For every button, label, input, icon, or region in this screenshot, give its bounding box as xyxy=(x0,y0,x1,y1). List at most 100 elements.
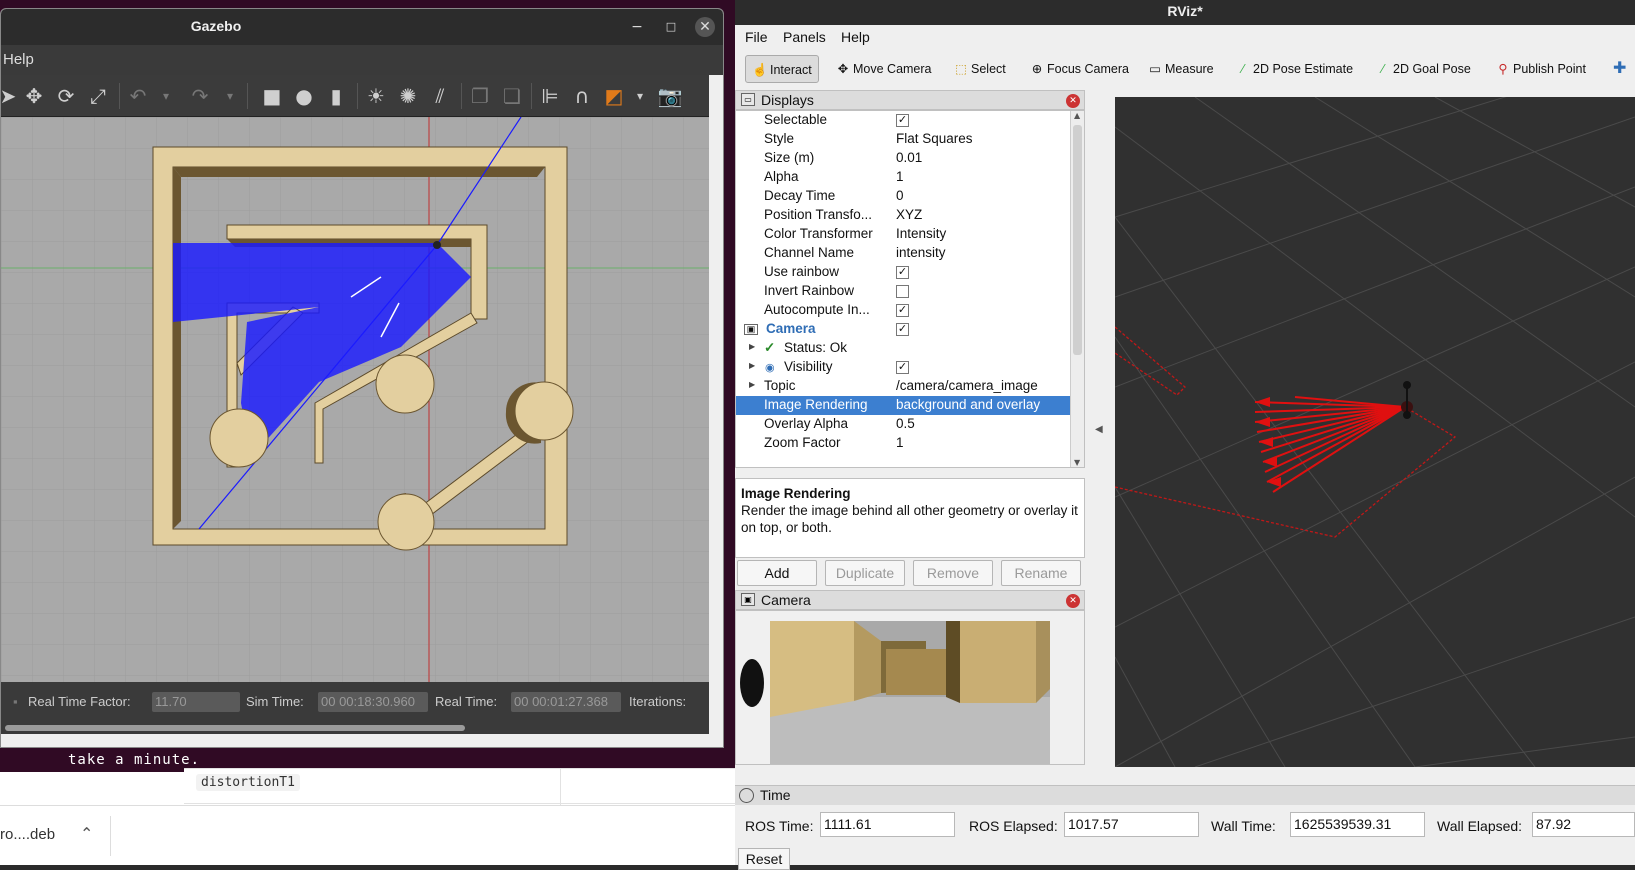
measure-tool[interactable]: ▭ Measure xyxy=(1147,55,1214,83)
menu-help[interactable]: Help xyxy=(841,29,870,45)
property-key: Zoom Factor xyxy=(764,435,841,450)
property-row[interactable]: Size (m) 0.01 xyxy=(736,149,1071,168)
collapse-panel-icon[interactable]: ◀ xyxy=(1095,424,1103,435)
view-angle-dropdown-icon[interactable]: ▾ xyxy=(627,83,653,109)
align-icon[interactable]: ⊫ xyxy=(537,83,563,109)
vertical-scrollbar[interactable]: ▲ ▼ xyxy=(1070,111,1084,467)
select-arrow-icon[interactable]: ➤ xyxy=(1,83,21,109)
checkbox-checked[interactable]: ✓ xyxy=(896,361,909,374)
property-row[interactable]: Color Transformer Intensity xyxy=(736,225,1071,244)
move-camera-tool[interactable]: ✥ Move Camera xyxy=(835,55,932,83)
property-row[interactable]: Use rainbow ✓ xyxy=(736,263,1071,282)
cylinder-icon[interactable]: ▮ xyxy=(323,83,349,109)
translate-icon[interactable]: ✥ xyxy=(21,83,47,109)
property-row[interactable]: ▶ ✓ Status: Ok xyxy=(736,339,1071,358)
box-icon[interactable]: ■ xyxy=(259,83,285,109)
property-row[interactable]: Style Flat Squares xyxy=(736,130,1071,149)
close-icon[interactable]: ✕ xyxy=(1066,594,1080,608)
remove-button[interactable]: Remove xyxy=(913,560,993,586)
scroll-up-icon[interactable]: ▲ xyxy=(1074,111,1080,120)
property-value: 1 xyxy=(896,169,904,184)
horizontal-scrollbar[interactable] xyxy=(1,722,709,734)
property-row-selected[interactable]: Image Rendering background and overlay xyxy=(736,396,1071,415)
property-row[interactable]: Zoom Factor 1 xyxy=(736,434,1071,453)
rviz-3d-view[interactable] xyxy=(1115,97,1635,767)
gazebo-titlebar[interactable]: Gazebo − □ ✕ xyxy=(1,9,723,45)
scale-icon[interactable]: ⤢ xyxy=(85,83,111,109)
undo-dropdown-icon[interactable]: ▾ xyxy=(153,83,179,109)
scrollbar-thumb[interactable] xyxy=(1073,125,1082,355)
property-key: Image Rendering xyxy=(764,397,868,412)
close-icon[interactable]: ✕ xyxy=(695,17,715,37)
menu-file[interactable]: File xyxy=(745,29,768,45)
publish-point-tool[interactable]: ⚲ Publish Point xyxy=(1495,55,1586,83)
interact-tool[interactable]: ☝ Interact xyxy=(745,55,819,83)
download-item[interactable]: ro....deb xyxy=(0,826,55,843)
scrollbar-thumb[interactable] xyxy=(5,725,465,731)
pause-icon[interactable]: ▪ xyxy=(13,694,18,709)
screenshot-icon[interactable]: 📷 xyxy=(657,83,683,109)
copy-icon[interactable]: ❐ xyxy=(467,83,493,109)
property-row[interactable]: Invert Rainbow xyxy=(736,282,1071,301)
property-key: Channel Name xyxy=(764,245,855,260)
redo-icon[interactable]: ↷ xyxy=(187,83,213,109)
view-angle-icon[interactable]: ◩ xyxy=(601,83,627,109)
select-tool[interactable]: ⬚ Select xyxy=(953,55,1006,83)
directional-light-icon[interactable]: ⫽ xyxy=(427,83,453,109)
add-button[interactable]: Add xyxy=(737,560,817,586)
focus-camera-tool[interactable]: ⊕ Focus Camera xyxy=(1029,55,1129,83)
property-row[interactable]: Alpha 1 xyxy=(736,168,1071,187)
redo-dropdown-icon[interactable]: ▾ xyxy=(217,83,243,109)
description-title: Image Rendering xyxy=(741,486,851,501)
undo-icon[interactable]: ↶ xyxy=(125,83,151,109)
rotate-icon[interactable]: ⟳ xyxy=(53,83,79,109)
spot-light-icon[interactable]: ✺ xyxy=(395,83,421,109)
checkbox-checked[interactable]: ✓ xyxy=(896,266,909,279)
paste-icon[interactable]: ❏ xyxy=(499,83,525,109)
property-row[interactable]: ▶ Topic/camera/camera_image xyxy=(736,377,1071,396)
robot xyxy=(433,241,441,249)
sphere-icon[interactable]: ● xyxy=(291,83,317,109)
property-row[interactable]: Autocompute In... ✓ xyxy=(736,301,1071,320)
checkbox-checked[interactable]: ✓ xyxy=(896,323,909,336)
minimize-icon[interactable]: − xyxy=(627,17,647,37)
menu-panels[interactable]: Panels xyxy=(783,29,826,45)
snap-icon[interactable]: ∩ xyxy=(569,83,595,109)
close-icon[interactable]: ✕ xyxy=(1066,94,1080,108)
terminal-output: take a minute. xyxy=(68,752,201,768)
menu-help[interactable]: Help xyxy=(3,51,34,68)
gazebo-3d-viewport[interactable] xyxy=(1,117,709,682)
rviz-titlebar[interactable]: RViz* xyxy=(735,0,1635,25)
checkbox-unchecked[interactable] xyxy=(896,285,909,298)
goal-pose-tool[interactable]: ⁄ 2D Goal Pose xyxy=(1375,55,1471,83)
maximize-icon[interactable]: □ xyxy=(661,17,681,37)
point-light-icon[interactable]: ☀ xyxy=(363,83,389,109)
property-row[interactable]: Overlay Alpha 0.5 xyxy=(736,415,1071,434)
camera-image-view[interactable] xyxy=(735,610,1085,765)
scroll-down-icon[interactable]: ▼ xyxy=(1074,458,1080,467)
rename-button[interactable]: Rename xyxy=(1001,560,1081,586)
expand-arrow-icon[interactable]: ▶ xyxy=(749,361,755,370)
expand-arrow-icon[interactable]: ▶ xyxy=(749,380,755,389)
wall-time-label: Wall Time: xyxy=(1211,818,1276,834)
property-row[interactable]: ▶ ◉ Visibility ✓ xyxy=(736,358,1071,377)
chevron-up-icon[interactable]: ⌃ xyxy=(80,824,93,843)
expand-arrow-icon[interactable]: ▶ xyxy=(749,342,755,351)
toolbar-separator xyxy=(247,83,248,109)
property-row[interactable]: Decay Time 0 xyxy=(736,187,1071,206)
property-row[interactable]: Channel Name intensity xyxy=(736,244,1071,263)
checkbox-checked[interactable]: ✓ xyxy=(896,114,909,127)
property-row[interactable]: Selectable ✓ xyxy=(736,111,1071,130)
ros-time-label: ROS Time: xyxy=(745,818,814,834)
display-item-camera[interactable]: ▣ Camera ✓ xyxy=(736,320,1071,339)
reset-button[interactable]: Reset xyxy=(738,848,790,870)
display-property-tree[interactable]: Selectable ✓ Style Flat Squares Size (m) 0.… xyxy=(735,110,1085,468)
property-value: 0.01 xyxy=(896,150,923,165)
add-tool-icon[interactable]: ✚ xyxy=(1613,55,1626,83)
pose-estimate-tool[interactable]: ⁄ 2D Pose Estimate xyxy=(1235,55,1353,83)
property-row[interactable]: Position Transfo... XYZ xyxy=(736,206,1071,225)
duplicate-button[interactable]: Duplicate xyxy=(825,560,905,586)
rviz-window: RViz* File Panels Help ☝ Interact ✥ Move C… xyxy=(735,0,1635,870)
checkbox-checked[interactable]: ✓ xyxy=(896,304,909,317)
time-panel-title: Time xyxy=(735,785,1635,805)
